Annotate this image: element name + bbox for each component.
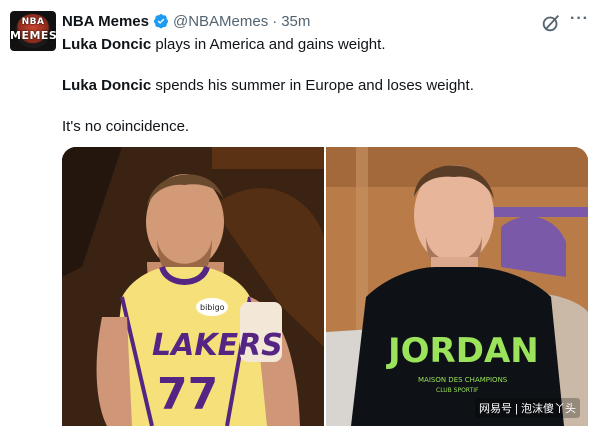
more-options-icon[interactable]: ··· [570,10,588,30]
lakers-photo-illustration: LAKERS 77 bibigo [62,147,324,426]
tweet-text-line-2-rest: spends his summer in Europe and loses we… [151,77,474,94]
shirt-text: JORDAN [386,331,539,371]
tweet-timestamp[interactable]: 35m [281,13,310,30]
tweet-header: NBA Memes @NBAMemes · 35m [62,10,310,32]
jersey-number: 77 [157,369,218,420]
shirt-subtext-2: CLUB SPORTIF [436,387,479,394]
header-separator: · [272,12,278,30]
tweet-media-grid[interactable]: LAKERS 77 bibigo JORDAN MAISON DES CHAMP… [62,147,588,426]
mention-name-2: Luka Doncic [62,77,152,94]
author-display-name[interactable]: NBA Memes [62,13,149,30]
tweet-text-line-1-rest: plays in America and gains weight. [151,36,386,53]
grok-icon[interactable] [540,12,562,34]
avatar-text-top: NBA [21,17,45,27]
tweet-text-line-3: It's no coincidence. [62,118,190,135]
avatar-text-bottom: MEMES [10,29,56,42]
tweet-text-line-1: Luka Doncic plays in America and gains w… [62,35,385,55]
jersey-patch: bibigo [200,303,225,312]
jersey-text: LAKERS [152,328,283,363]
author-avatar[interactable]: NBA MEMES [10,11,56,51]
mention-name-1: Luka Doncic [62,36,152,53]
tweet-text-line-2: Luka Doncic spends his summer in Europe … [62,76,474,96]
verified-badge-icon [153,14,168,29]
media-photo-jordan[interactable]: JORDAN MAISON DES CHAMPIONS CLUB SPORTIF… [326,147,588,426]
media-photo-lakers[interactable]: LAKERS 77 bibigo [62,147,324,426]
author-handle[interactable]: @NBAMemes [173,13,268,30]
shirt-subtext-1: MAISON DES CHAMPIONS [418,376,508,384]
watermark-text: 网易号 | 泡沫傻丫头 [475,398,580,418]
jordan-photo-illustration: JORDAN MAISON DES CHAMPIONS CLUB SPORTIF [326,147,588,426]
